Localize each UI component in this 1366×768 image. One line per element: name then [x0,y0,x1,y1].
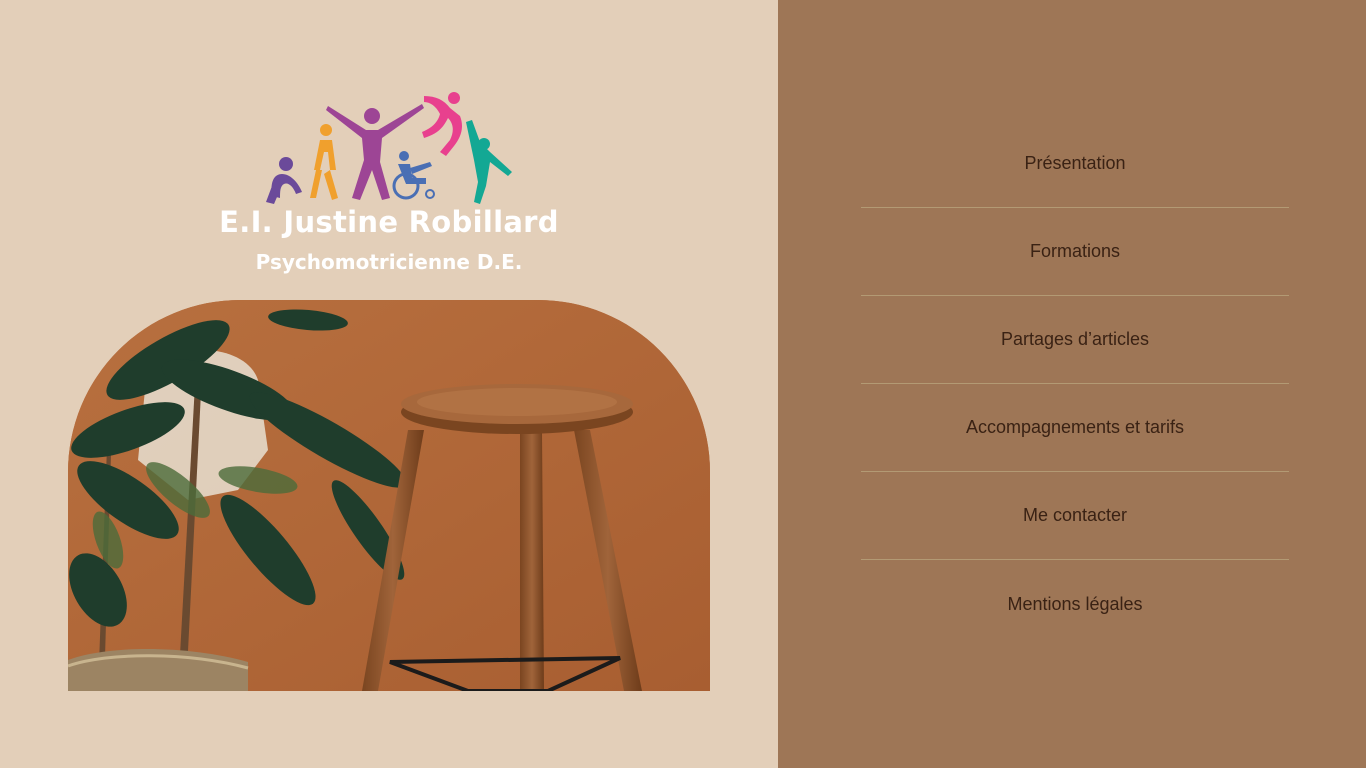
hero-image [68,300,710,691]
ballerina-figure-icon [466,120,512,204]
sitting-figure-icon [266,157,302,204]
cheering-figure-icon [326,104,424,200]
menu-link-accompagnements-tarifs[interactable]: Accompagnements et tarifs [966,417,1184,438]
menu-link-formations[interactable]: Formations [1030,241,1120,262]
menu-link-presentation[interactable]: Présentation [1024,153,1125,174]
main-menu: Présentation Formations Partages d’artic… [861,120,1289,648]
logo-dancers-icon[interactable] [258,86,520,210]
walking-figure-icon [310,124,338,200]
leaping-figure-icon [422,92,462,156]
menu-item-presentation[interactable]: Présentation [861,120,1289,208]
menu-link-mentions-legales[interactable]: Mentions légales [1007,594,1142,615]
menu-link-partages-articles[interactable]: Partages d’articles [1001,329,1149,350]
menu-item-accompagnements-tarifs[interactable]: Accompagnements et tarifs [861,384,1289,472]
wheelchair-figure-icon [392,151,435,200]
brand-subtitle: Psychomotricienne D.E. [255,250,523,274]
menu-item-me-contacter[interactable]: Me contacter [861,472,1289,560]
brand-name: E.I. Justine Robillard [219,205,559,239]
menu-item-mentions-legales[interactable]: Mentions légales [861,560,1289,648]
left-panel: E.I. Justine Robillard Psychomotricienne… [0,0,778,768]
menu-item-partages-articles[interactable]: Partages d’articles [861,296,1289,384]
menu-item-formations[interactable]: Formations [861,208,1289,296]
plant-and-stool-illustration [68,300,710,691]
menu-link-me-contacter[interactable]: Me contacter [1023,505,1127,526]
